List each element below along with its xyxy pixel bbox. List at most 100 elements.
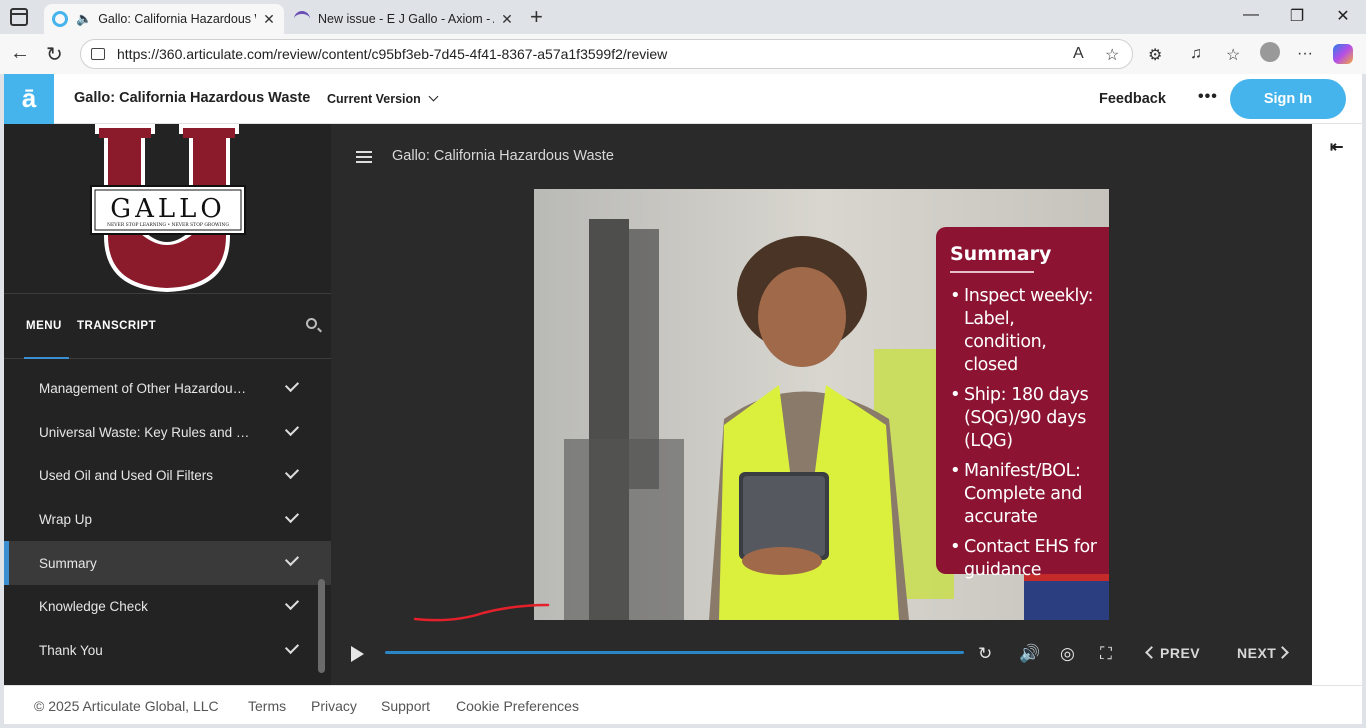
summary-bullet: Ship: 180 days (SQG)/90 days (LQG)	[950, 383, 1099, 453]
articulate-favicon-icon	[52, 11, 68, 27]
new-tab-icon[interactable]: +	[530, 4, 543, 30]
brand-word: GALLO	[110, 194, 225, 224]
speaker-icon[interactable]: 🔈	[76, 11, 92, 27]
lesson-item[interactable]: Wrap Up	[4, 498, 331, 542]
lesson-label: Wrap Up	[39, 512, 93, 528]
tab-title: Gallo: California Hazardous W	[98, 12, 256, 26]
copyright: © 2025 Articulate Global, LLC	[34, 698, 219, 714]
url-text: https://360.articulate.com/review/conten…	[117, 46, 668, 62]
tab-menu[interactable]: MENU	[26, 320, 62, 332]
next-label: NEXT	[1237, 645, 1277, 661]
browser-tab-inactive[interactable]: New issue - E J Gallo - Axiom - Ar ✕	[286, 4, 522, 34]
copilot-icon[interactable]	[1333, 44, 1353, 64]
play-icon[interactable]	[351, 646, 364, 662]
address-bar: ← ↻ https://360.articulate.com/review/co…	[0, 34, 1366, 74]
articulate-logo-icon[interactable]: ā	[4, 74, 54, 124]
tab-actions-icon[interactable]	[10, 8, 28, 26]
lesson-item-selected[interactable]: Summary	[4, 541, 331, 585]
check-icon	[284, 465, 300, 480]
url-field[interactable]: https://360.articulate.com/review/conten…	[80, 39, 1133, 69]
check-icon	[284, 377, 300, 393]
summary-bullet: Contact EHS for guidance	[950, 535, 1099, 582]
comments-rail: ⇤	[1312, 124, 1362, 685]
close-tab-icon[interactable]: ✕	[262, 11, 276, 28]
sidebar-scrollbar[interactable]	[318, 579, 325, 673]
expand-panel-icon[interactable]: ⇤	[1330, 137, 1343, 157]
close-window-icon[interactable]: ✕	[1320, 6, 1366, 26]
lesson-label: Thank You	[39, 642, 103, 658]
check-icon	[284, 508, 300, 523]
summary-underline	[950, 271, 1034, 273]
sidebar-tabs: MENU TRANSCRIPT	[4, 294, 331, 359]
slide-player: Gallo: California Hazardous Waste Summar…	[331, 124, 1312, 685]
course-title: Gallo: California Hazardous Waste	[74, 90, 311, 106]
prev-button[interactable]: PREV	[1145, 645, 1201, 661]
hamburger-menu-icon[interactable]	[356, 151, 372, 163]
red-annotation-stroke	[413, 603, 550, 622]
site-info-icon[interactable]	[91, 48, 105, 60]
lesson-item[interactable]: Management of Other Hazardous Wa...	[4, 367, 331, 411]
back-icon[interactable]: ←	[10, 42, 30, 65]
summary-card: Summary Inspect weekly: Label, condition…	[936, 227, 1109, 580]
footer-link-cookie-preferences[interactable]: Cookie Preferences	[456, 698, 579, 714]
chevron-left-icon	[1145, 646, 1158, 659]
summary-bullet: Inspect weekly: Label, condition, closed	[950, 284, 1099, 377]
lesson-label: Used Oil and Used Oil Filters	[39, 468, 214, 484]
check-icon	[284, 595, 300, 611]
footer-link-support[interactable]: Support	[381, 698, 430, 714]
gallo-u-logo: GALLO NEVER STOP LEARNING • NEVER STOP G…	[4, 124, 331, 294]
tab-transcript[interactable]: TRANSCRIPT	[77, 320, 156, 332]
lesson-item[interactable]: Thank You	[4, 629, 331, 673]
browser-menu-icon[interactable]: ···	[1297, 45, 1313, 63]
lesson-list: Management of Other Hazardous Wa... Univ…	[4, 367, 331, 672]
minimize-icon[interactable]: —	[1228, 6, 1274, 24]
maximize-icon[interactable]: ❐	[1274, 6, 1320, 26]
lesson-label: Universal Waste: Key Rules and Limits	[39, 424, 251, 440]
check-icon	[284, 639, 300, 654]
tab-title: New issue - E J Gallo - Axiom - Ar	[318, 12, 494, 26]
favorite-star-icon[interactable]: ☆	[1105, 45, 1119, 65]
brand-tagline: NEVER STOP LEARNING • NEVER STOP GROWING	[107, 222, 229, 228]
lesson-label: Management of Other Hazardous Wa...	[39, 381, 251, 397]
version-label: Current Version	[327, 92, 421, 106]
next-button[interactable]: NEXT	[1237, 645, 1290, 661]
browser-tab-active[interactable]: 🔈 Gallo: California Hazardous W ✕	[44, 4, 284, 34]
slide-canvas: Summary Inspect weekly: Label, condition…	[534, 189, 1109, 620]
version-dropdown[interactable]: Current Version	[327, 91, 439, 106]
lesson-label: Summary	[39, 555, 97, 571]
lesson-item[interactable]: Knowledge Check	[4, 585, 331, 629]
lesson-label: Knowledge Check	[39, 599, 148, 615]
extensions-icon[interactable]: ⚙	[1148, 45, 1162, 65]
progress-bar[interactable]	[385, 651, 964, 654]
chevron-down-icon	[428, 91, 439, 102]
player-controls: ↻ 🔊 ◎ ⛶ PREV NEXT	[331, 634, 1312, 674]
footer-link-terms[interactable]: Terms	[248, 698, 286, 714]
sign-in-button[interactable]: Sign In	[1230, 79, 1346, 119]
volume-icon[interactable]: 🔊	[1019, 644, 1040, 664]
more-options-icon[interactable]: •••	[1198, 88, 1218, 106]
close-tab-icon[interactable]: ✕	[500, 11, 514, 28]
prev-label: PREV	[1160, 645, 1201, 661]
lesson-item[interactable]: Universal Waste: Key Rules and Limits	[4, 411, 331, 455]
check-icon	[284, 421, 300, 436]
lesson-item[interactable]: Used Oil and Used Oil Filters	[4, 454, 331, 498]
feedback-button[interactable]: Feedback	[1099, 91, 1166, 107]
playback-speed-icon[interactable]: ◎	[1060, 644, 1075, 664]
chevron-right-icon	[1276, 646, 1290, 659]
favorites-icon[interactable]: ☆	[1226, 45, 1240, 65]
footer-link-privacy[interactable]: Privacy	[311, 698, 357, 714]
search-icon[interactable]	[306, 318, 317, 329]
app-header: ā Gallo: California Hazardous Waste Curr…	[4, 74, 1362, 124]
summary-title: Summary	[950, 243, 1052, 265]
review-app: ā Gallo: California Hazardous Waste Curr…	[4, 74, 1362, 724]
refresh-icon[interactable]: ↻	[46, 42, 63, 67]
course-sidebar: GALLO NEVER STOP LEARNING • NEVER STOP G…	[4, 124, 331, 685]
read-aloud-icon[interactable]: A	[1073, 45, 1084, 63]
fullscreen-icon[interactable]: ⛶	[1100, 644, 1112, 664]
axiom-favicon-icon	[294, 11, 310, 27]
profile-avatar[interactable]	[1260, 42, 1280, 62]
player-title: Gallo: California Hazardous Waste	[392, 148, 614, 164]
replay-icon[interactable]: ↻	[978, 644, 992, 664]
media-icon[interactable]: ♫	[1190, 45, 1202, 63]
check-icon	[284, 552, 300, 567]
